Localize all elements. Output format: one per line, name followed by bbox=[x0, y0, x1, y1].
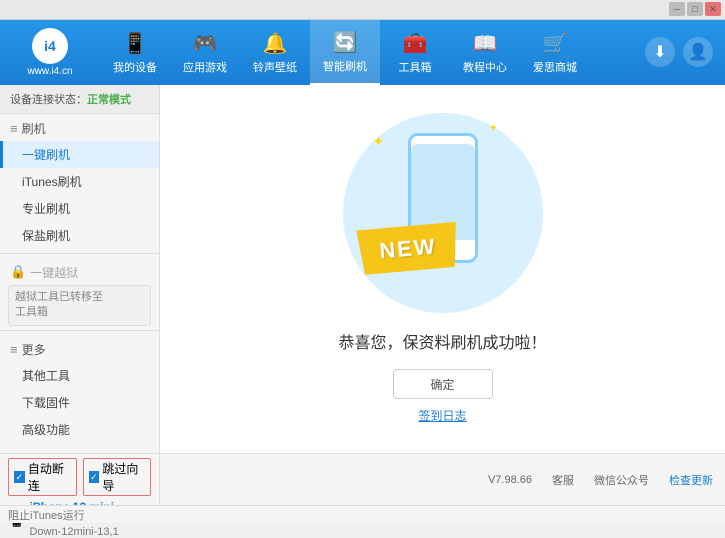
logo-subtitle: www.i4.cn bbox=[27, 66, 72, 77]
phone-illustration: ✦ ✦ ✦ NEW bbox=[343, 113, 543, 313]
sparkle-icon-1: ✦ bbox=[373, 133, 385, 150]
more-section-header: ≡ 更多 bbox=[0, 335, 159, 362]
store-label: 爱思商城 bbox=[533, 59, 577, 75]
download-button[interactable]: ⬇ bbox=[645, 37, 675, 67]
sidebar-item-save-flash[interactable]: 保盐刷机 bbox=[0, 222, 159, 249]
ringtones-label: 铃声壁纸 bbox=[253, 59, 297, 75]
nav-right-actions: ⬇ 👤 bbox=[645, 20, 725, 85]
ringtones-icon: 🔔 bbox=[261, 29, 289, 57]
close-button[interactable]: ✕ bbox=[705, 2, 721, 16]
minimize-button[interactable]: ─ bbox=[669, 2, 685, 16]
logo-icon: i4 bbox=[32, 28, 68, 64]
smart-flash-icon: 🔄 bbox=[331, 28, 359, 56]
main-area: 设备连接状态：正常模式 ≡ 刷机 一键刷机 iTunes刷机 专业刷机 保盐刷机… bbox=[0, 85, 725, 453]
sidebar-item-itunes-flash[interactable]: iTunes刷机 bbox=[0, 168, 159, 195]
sidebar-divider-1 bbox=[0, 253, 159, 254]
maximize-button[interactable]: □ bbox=[687, 2, 703, 16]
my-device-label: 我的设备 bbox=[113, 59, 157, 75]
wechat-link[interactable]: 微信公众号 bbox=[594, 472, 649, 488]
content-area: ✦ ✦ ✦ NEW 恭喜您，保资料刷机成功啦！ 确定 签到日志 bbox=[160, 85, 725, 453]
smart-flash-label: 智能刷机 bbox=[323, 58, 367, 74]
jailbreak-note: 越狱工具已转移至 工具箱 bbox=[8, 285, 151, 326]
sidebar-item-download-firmware[interactable]: 下载固件 bbox=[0, 389, 159, 416]
logo: i4 www.i4.cn bbox=[0, 20, 100, 85]
status-right-area: V7.98.66 客服 微信公众号 检查更新 bbox=[160, 454, 725, 505]
bottom-status-area: ✓ 自动断连 ✓ 跳过向导 📱 iPhone 12 mini 64GB Down… bbox=[0, 453, 725, 505]
nav-ringtones[interactable]: 🔔 铃声壁纸 bbox=[240, 20, 310, 85]
device-status: 设备连接状态：正常模式 bbox=[0, 85, 159, 114]
user-button[interactable]: 👤 bbox=[683, 37, 713, 67]
checkbox-area: ✓ 自动断连 ✓ 跳过向导 bbox=[8, 458, 151, 496]
nav-bar: 📱 我的设备 🎮 应用游戏 🔔 铃声壁纸 🔄 智能刷机 🧰 工具箱 📖 bbox=[100, 20, 645, 85]
lock-icon: 🔒 bbox=[10, 264, 26, 280]
flash-section-icon: ≡ bbox=[10, 121, 18, 136]
apps-label: 应用游戏 bbox=[183, 59, 227, 75]
sparkle-icon-2: ✦ bbox=[489, 123, 497, 134]
header: i4 www.i4.cn 📱 我的设备 🎮 应用游戏 🔔 铃声壁纸 🔄 智能刷机 bbox=[0, 20, 725, 85]
auto-connect-checkbox[interactable]: ✓ bbox=[14, 471, 25, 483]
nav-smart-flash[interactable]: 🔄 智能刷机 bbox=[310, 20, 380, 85]
new-banner: NEW bbox=[356, 222, 460, 276]
nav-tutorials[interactable]: 📖 教程中心 bbox=[450, 20, 520, 85]
sidebar-item-one-key-flash[interactable]: 一键刷机 bbox=[0, 141, 159, 168]
toolbox-icon: 🧰 bbox=[401, 29, 429, 57]
auto-connect-checkbox-wrapper[interactable]: ✓ 自动断连 bbox=[8, 458, 77, 496]
new-badge-text: NEW bbox=[378, 233, 437, 264]
sidebar-item-advanced[interactable]: 高级功能 bbox=[0, 416, 159, 443]
device-info-area: ✓ 自动断连 ✓ 跳过向导 📱 iPhone 12 mini 64GB Down… bbox=[0, 454, 160, 505]
nav-toolbox[interactable]: 🧰 工具箱 bbox=[380, 20, 450, 85]
sidebar-divider-2 bbox=[0, 330, 159, 331]
flash-section-header: ≡ 刷机 bbox=[0, 114, 159, 141]
daily-checkin-link[interactable]: 签到日志 bbox=[418, 407, 466, 424]
nav-apps[interactable]: 🎮 应用游戏 bbox=[170, 20, 240, 85]
itunes-bar: 阻止iTunes运行 bbox=[0, 505, 725, 523]
skip-wizard-checkbox[interactable]: ✓ bbox=[89, 471, 100, 483]
apps-icon: 🎮 bbox=[191, 29, 219, 57]
store-icon: 🛒 bbox=[541, 29, 569, 57]
sidebar: 设备连接状态：正常模式 ≡ 刷机 一键刷机 iTunes刷机 专业刷机 保盐刷机… bbox=[0, 85, 160, 453]
confirm-button[interactable]: 确定 bbox=[393, 369, 493, 399]
skip-wizard-checkbox-wrapper[interactable]: ✓ 跳过向导 bbox=[83, 458, 152, 496]
sidebar-item-other-tools[interactable]: 其他工具 bbox=[0, 362, 159, 389]
more-section-icon: ≡ bbox=[10, 342, 18, 357]
itunes-label: 阻止iTunes运行 bbox=[8, 507, 85, 523]
title-bar: ─ □ ✕ bbox=[0, 0, 725, 20]
toolbox-label: 工具箱 bbox=[399, 59, 432, 75]
version-label: V7.98.66 bbox=[488, 474, 532, 486]
nav-my-device[interactable]: 📱 我的设备 bbox=[100, 20, 170, 85]
nav-store[interactable]: 🛒 爱思商城 bbox=[520, 20, 590, 85]
check-update-link[interactable]: 检查更新 bbox=[669, 472, 713, 488]
tutorials-icon: 📖 bbox=[471, 29, 499, 57]
sidebar-item-pro-flash[interactable]: 专业刷机 bbox=[0, 195, 159, 222]
my-device-icon: 📱 bbox=[121, 29, 149, 57]
customer-service-link[interactable]: 客服 bbox=[552, 472, 574, 488]
tutorials-label: 教程中心 bbox=[463, 59, 507, 75]
congrats-message: 恭喜您，保资料刷机成功啦！ bbox=[338, 329, 546, 353]
jailbreak-section-header: 🔒 一键越狱 bbox=[0, 258, 159, 285]
